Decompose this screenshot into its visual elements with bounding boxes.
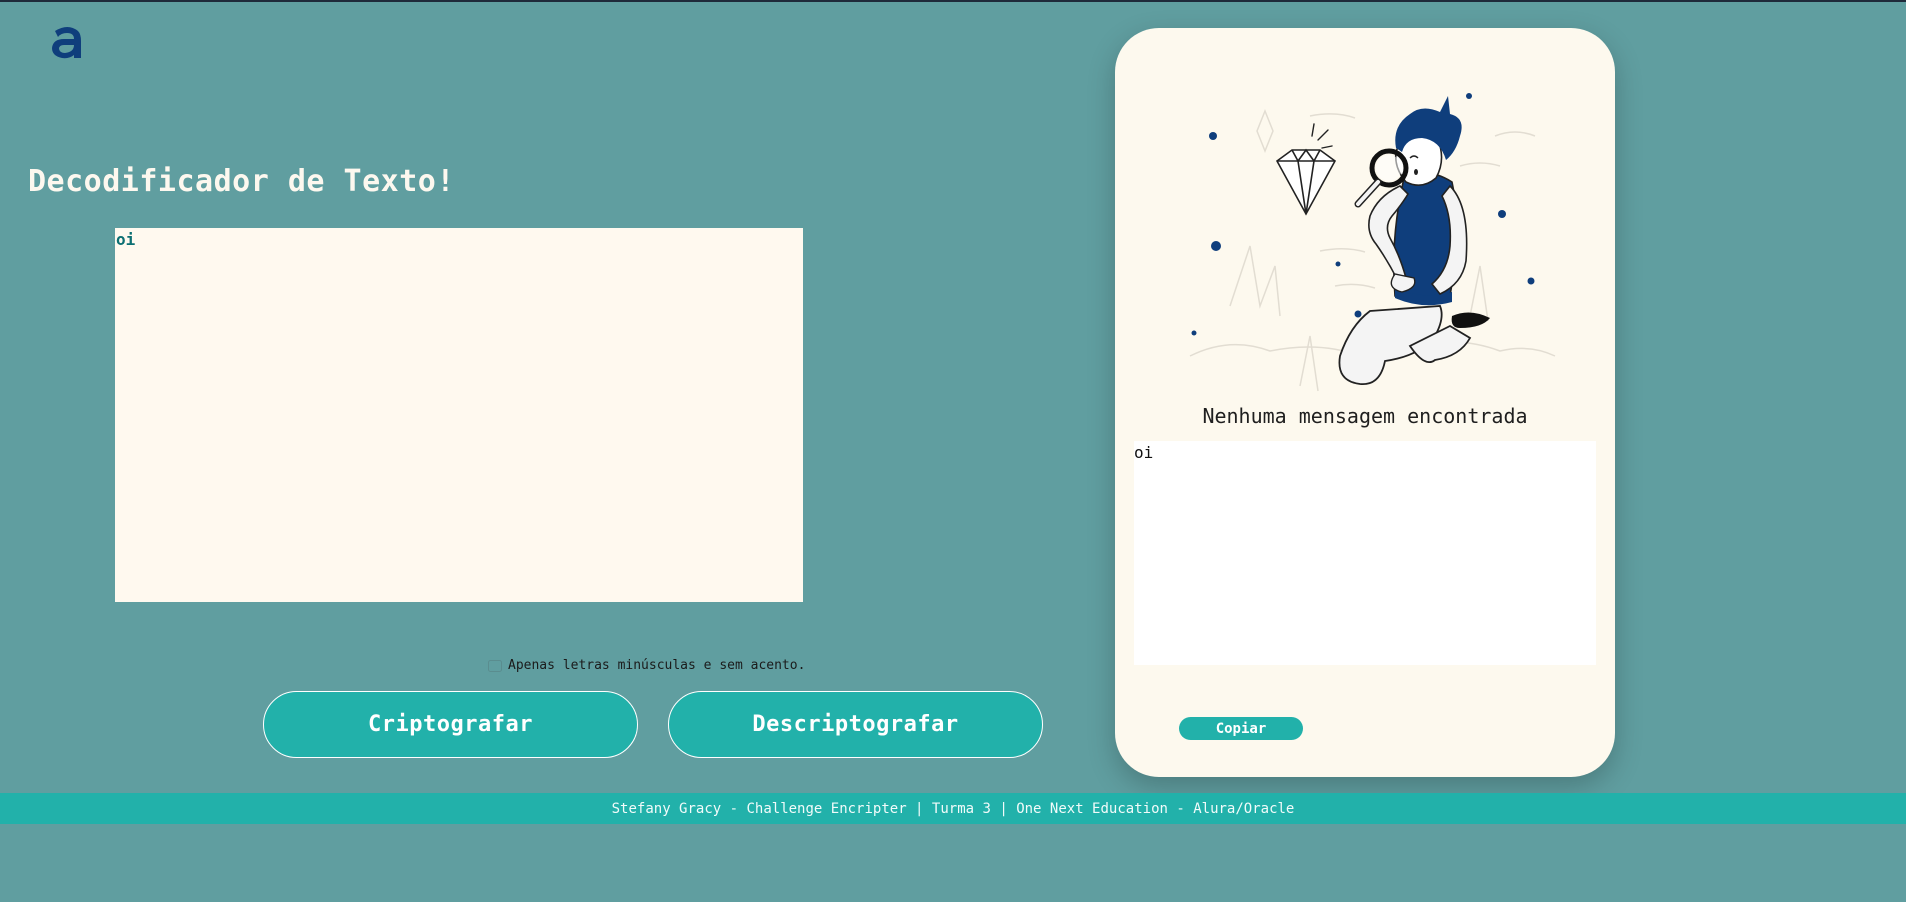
footer: Stefany Gracy - Challenge Encripter | Tu… xyxy=(0,793,1906,824)
text-input[interactable]: oi xyxy=(115,228,803,602)
footer-text: Stefany Gracy - Challenge Encripter | Tu… xyxy=(611,800,1295,817)
output-text[interactable]: oi xyxy=(1134,441,1596,665)
encrypt-button[interactable]: Criptografar xyxy=(263,691,638,758)
alura-logo-icon[interactable] xyxy=(48,22,88,62)
top-border-line xyxy=(0,0,1906,2)
output-panel: Nenhuma mensagem encontrada oi Copiar xyxy=(1115,28,1615,777)
person-with-magnifying-glass-illustration xyxy=(1189,93,1556,392)
page-title: Decodificador de Texto! xyxy=(28,164,455,199)
hint: Apenas letras minúsculas e sem acento. xyxy=(488,658,805,673)
info-icon xyxy=(488,659,502,672)
decrypt-button[interactable]: Descriptografar xyxy=(668,691,1043,758)
hint-text: Apenas letras minúsculas e sem acento. xyxy=(508,658,806,673)
empty-message-title: Nenhuma mensagem encontrada xyxy=(1202,404,1528,428)
copy-button[interactable]: Copiar xyxy=(1179,717,1303,740)
